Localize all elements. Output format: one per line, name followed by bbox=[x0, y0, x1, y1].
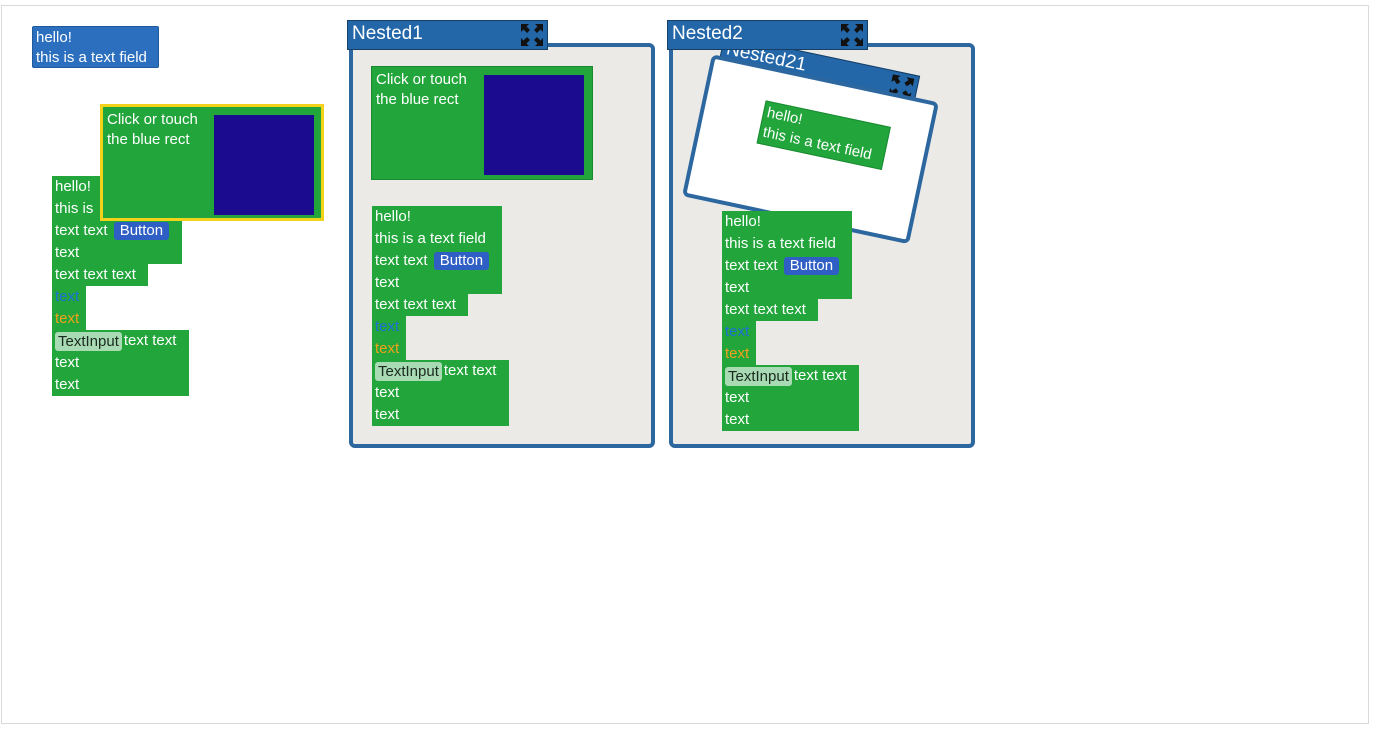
window-nested2-title: Nested2 bbox=[672, 23, 743, 44]
nested2-list-line-hello: hello! bbox=[722, 211, 852, 233]
click-rect-caption: Click or touch the blue rect bbox=[107, 111, 198, 148]
nested1-list-line-textfield: this is a text field bbox=[372, 228, 502, 250]
list-line-blue-text: text bbox=[52, 286, 86, 308]
nested1-blue-rect[interactable] bbox=[484, 75, 584, 175]
nested1-list-line-text-a: text bbox=[372, 382, 509, 404]
text-field-line2: this is a text field bbox=[36, 49, 147, 66]
nested1-list-line-text-3: text text text bbox=[372, 294, 468, 316]
list-line-textfield: this is bbox=[52, 198, 102, 220]
nested2-list-line-blue-text: text bbox=[722, 321, 756, 343]
text-field[interactable]: hello! this is a text field bbox=[32, 26, 159, 68]
text-field-line1: hello! bbox=[36, 29, 72, 46]
nested2-list-line-text-3: text text text bbox=[722, 299, 818, 321]
nested1-list-line-text: text bbox=[372, 272, 502, 294]
window-nested2-titlebar[interactable]: Nested2 bbox=[667, 20, 868, 50]
nested1-list-line-text-b: text bbox=[372, 404, 509, 426]
nested1-list-line-orange-text: text bbox=[372, 338, 406, 360]
list-line-textinput-row: TextInput text text bbox=[52, 330, 189, 352]
expand-arrows-icon[interactable] bbox=[521, 24, 543, 46]
nested2-text-list-block[interactable]: hello! this is a text field text text Bu… bbox=[722, 211, 859, 431]
list-line-hello: hello! bbox=[52, 176, 102, 198]
nested1-list-line-textinput-row: TextInput text text bbox=[372, 360, 509, 382]
list-text-input[interactable]: TextInput bbox=[55, 331, 122, 351]
nested2-list-line-orange-text: text bbox=[722, 343, 756, 365]
nested2-list-line-textinput-row: TextInput text text bbox=[722, 365, 859, 387]
list-line-text-b: text bbox=[52, 374, 189, 396]
nested1-list-button[interactable]: Button bbox=[433, 252, 490, 271]
window-nested1-title: Nested1 bbox=[352, 23, 423, 44]
list-line-orange-text: text bbox=[52, 308, 86, 330]
nested1-list-line-button-row: text text Button bbox=[372, 250, 502, 272]
nested2-list-line-text: text bbox=[722, 277, 852, 299]
nested2-list-line-textfield: this is a text field bbox=[722, 233, 852, 255]
nested1-list-text-input[interactable]: TextInput bbox=[375, 361, 442, 381]
nested1-list-line-blue-text: text bbox=[372, 316, 406, 338]
list-line-text-a: text bbox=[52, 352, 189, 374]
click-rect-widget[interactable]: Click or touch the blue rect bbox=[100, 104, 324, 221]
expand-arrows-icon[interactable] bbox=[841, 24, 863, 46]
list-line-button-row: text text Button bbox=[52, 220, 182, 242]
list-line-text: text bbox=[52, 242, 182, 264]
nested2-list-line-text-b: text bbox=[722, 409, 859, 431]
nested2-list-button[interactable]: Button bbox=[783, 257, 840, 276]
nested2-list-line-button-row: text text Button bbox=[722, 255, 852, 277]
nested1-click-rect-widget[interactable]: Click or touch the blue rect bbox=[371, 66, 593, 180]
window-nested1-titlebar[interactable]: Nested1 bbox=[347, 20, 548, 50]
blue-rect[interactable] bbox=[214, 115, 314, 215]
nested2-list-line-text-a: text bbox=[722, 387, 859, 409]
list-button[interactable]: Button bbox=[113, 222, 170, 241]
nested1-click-rect-caption: Click or touch the blue rect bbox=[376, 71, 467, 108]
nested2-list-text-input[interactable]: TextInput bbox=[725, 366, 792, 386]
nested1-text-list-block[interactable]: hello! this is a text field text text Bu… bbox=[372, 206, 509, 426]
nested1-list-line-hello: hello! bbox=[372, 206, 502, 228]
list-line-text-3: text text text bbox=[52, 264, 148, 286]
